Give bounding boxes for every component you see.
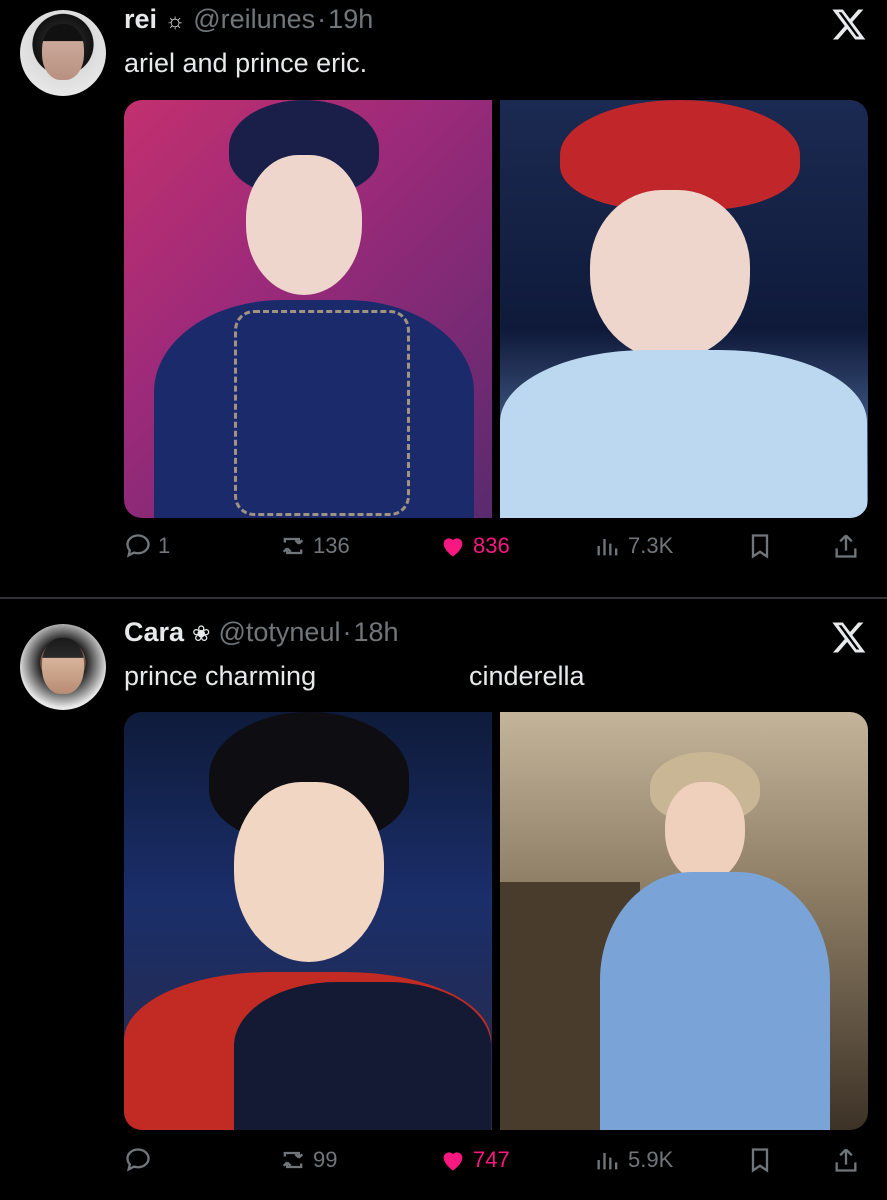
views-icon: [597, 1153, 618, 1170]
tweet-text: ariel and prince eric.: [124, 48, 368, 78]
views-icon: [597, 539, 618, 556]
repost-count: 99: [313, 1147, 338, 1172]
share-button[interactable]: [832, 532, 860, 560]
repost-icon: [282, 1151, 304, 1169]
timestamp[interactable]: 19h: [328, 4, 373, 35]
display-name[interactable]: rei: [124, 4, 157, 35]
reply-icon: [126, 1148, 150, 1172]
like-button[interactable]: 836: [439, 532, 510, 560]
action-bar: 1 136 836 7.3K: [124, 532, 864, 572]
like-count: 836: [473, 533, 510, 558]
tweet-text: prince charming: [124, 661, 317, 691]
tweet-2[interactable]: Cara ❀ @totyneul · 18h prince charming c…: [0, 599, 887, 1200]
tweet-text-right: cinderella: [469, 661, 585, 691]
x-logo-icon: [832, 622, 866, 653]
handle[interactable]: @reilunes: [193, 4, 315, 35]
tweet-1[interactable]: rei ☼ @reilunes · 19h ariel and prince e…: [0, 0, 887, 597]
photo-3[interactable]: [124, 712, 492, 1130]
separator-dot: ·: [342, 617, 352, 647]
like-icon: [443, 538, 463, 557]
share-icon: [835, 1148, 857, 1172]
repost-button[interactable]: 136: [279, 532, 350, 560]
media-grid[interactable]: [124, 100, 868, 518]
views-button[interactable]: 7.3K: [594, 532, 673, 560]
bookmark-button[interactable]: [746, 532, 774, 560]
reply-button[interactable]: [124, 1146, 158, 1174]
like-icon: [443, 1152, 463, 1171]
bookmark-icon: [751, 534, 769, 559]
views-count: 7.3K: [628, 533, 674, 558]
repost-button[interactable]: 99: [279, 1146, 337, 1174]
like-count: 747: [473, 1147, 510, 1172]
repost-count: 136: [313, 533, 350, 558]
views-count: 5.9K: [628, 1147, 674, 1172]
media-grid[interactable]: [124, 712, 868, 1130]
share-button[interactable]: [832, 1146, 860, 1174]
views-button[interactable]: 5.9K: [594, 1146, 673, 1174]
photo-2[interactable]: [500, 100, 868, 518]
share-icon: [835, 534, 857, 558]
photo-4[interactable]: [500, 712, 868, 1130]
flower-icon: ❀: [192, 621, 211, 646]
repost-icon: [282, 537, 304, 555]
bookmark-icon: [751, 1148, 769, 1173]
timestamp[interactable]: 18h: [353, 617, 398, 648]
flower-icon: ☼: [165, 8, 186, 33]
separator-dot: ·: [317, 4, 327, 34]
tweet-header: rei ☼ @reilunes · 19h: [124, 4, 373, 35]
reply-button[interactable]: 1: [124, 532, 170, 560]
bookmark-button[interactable]: [746, 1146, 774, 1174]
photo-1[interactable]: [124, 100, 492, 518]
display-name[interactable]: Cara: [124, 617, 184, 648]
like-button[interactable]: 747: [439, 1146, 510, 1174]
x-logo-icon: [832, 9, 866, 40]
action-bar: 99 747 5.9K: [124, 1146, 864, 1186]
avatar[interactable]: [20, 10, 106, 96]
reply-icon: [126, 534, 150, 558]
tweet-header: Cara ❀ @totyneul · 18h: [124, 617, 399, 648]
handle[interactable]: @totyneul: [218, 617, 340, 648]
avatar[interactable]: [20, 624, 106, 710]
reply-count: 1: [158, 533, 171, 558]
